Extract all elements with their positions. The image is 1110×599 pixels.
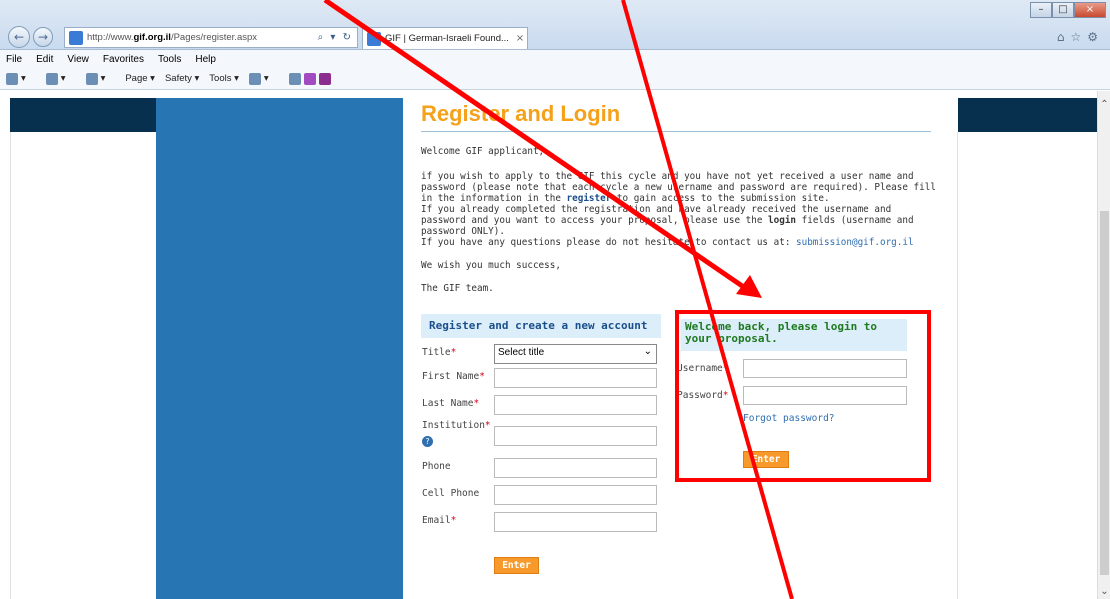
print-command[interactable]: ▾ [85,72,116,85]
first-name-label: First Name* [422,371,485,382]
help-circle-icon [248,72,261,85]
tab-favicon-icon [367,31,381,46]
signoff-text: The GIF team. [421,283,494,294]
menu-bar: File Edit View Favorites Tools Help [0,50,1110,68]
last-name-row: Last Name* [422,395,662,417]
register-enter-button[interactable]: Enter [494,557,539,574]
home-icon [6,72,18,85]
institution-input[interactable] [494,426,657,446]
home-favorites-settings-icons[interactable]: ⌂☆⚙ [1057,30,1104,44]
address-url: http://www.gif.org.il/Pages/register.asp… [87,32,258,43]
browser-title-bar: ← → http://www.gif.org.il/Pages/register… [0,0,1110,50]
print-icon [85,72,98,85]
cell-phone-label: Cell Phone [422,488,480,499]
cell-phone-input[interactable] [494,485,657,505]
username-label: Username* [677,363,729,374]
address-controls[interactable]: ⌕ ▾ ↻ [318,32,353,43]
phone-row: Phone [422,458,662,480]
greeting-text: Welcome GIF applicant, [421,146,545,157]
forward-button[interactable]: → [33,27,53,47]
password-input[interactable] [743,386,907,405]
feeds-icon [45,72,58,85]
forgot-password-link[interactable]: Forgot password? [743,413,835,424]
first-name-input[interactable] [494,368,657,388]
last-name-label: Last Name* [422,398,480,409]
close-window-button[interactable]: × [1074,2,1106,18]
register-heading: Register and create a new account [421,314,661,338]
page-left-rule [10,98,11,599]
institution-label: Institution* [422,420,491,431]
username-row: Username* [677,359,909,381]
email-input[interactable] [494,512,657,532]
page-right-rule [957,132,958,599]
vertical-scrollbar[interactable]: ⌃ ⌄ [1097,91,1110,599]
blue-sidebar [156,98,403,599]
menu-edit[interactable]: Edit [36,54,53,65]
help-command[interactable]: ▾ [248,72,279,85]
wish-text: We wish you much success, [421,260,561,271]
cell-phone-row: Cell Phone [422,485,662,507]
title-label: Title* [422,347,457,358]
scroll-thumb[interactable] [1100,211,1109,575]
scroll-up-icon[interactable]: ⌃ [1098,99,1110,110]
menu-file[interactable]: File [6,54,22,65]
back-button[interactable]: ← [8,26,30,48]
header-band-right [958,98,1097,132]
help-icon[interactable]: ? [422,436,433,447]
window-controls: – □ × [1030,2,1106,18]
title-row: Title* Select title ⌄ [422,344,662,366]
safety-menu[interactable]: Safety ▾ [165,73,199,84]
tab-close-icon[interactable]: × [513,33,527,44]
addon-icon [288,72,301,85]
institution-row: Institution* ? [422,420,662,456]
minimize-button[interactable]: – [1030,2,1052,18]
login-heading: Welcome back, please login to your propo… [681,319,907,351]
page-menu[interactable]: Page ▾ [125,73,155,84]
chevron-down-icon: ⌄ [643,346,652,357]
login-word: login [768,215,797,226]
password-label: Password* [677,390,729,401]
menu-help[interactable]: Help [195,54,216,65]
menu-tools[interactable]: Tools [158,54,181,65]
onenote-alt-icon [318,72,331,85]
tools-menu[interactable]: Tools ▾ [209,73,239,84]
menu-favorites[interactable]: Favorites [103,54,144,65]
feeds-command[interactable]: ▾ [45,72,76,85]
last-name-input[interactable] [494,395,657,415]
email-row: Email* [422,512,662,534]
contact-email-link[interactable]: submission@gif.org.il [796,237,914,248]
first-name-row: First Name* [422,368,662,390]
register-link[interactable]: register [567,193,612,204]
address-bar[interactable]: http://www.gif.org.il/Pages/register.asp… [64,27,358,48]
home-command[interactable]: ▾ [6,72,36,85]
addon-icons[interactable] [288,72,334,85]
password-row: Password* [677,386,909,408]
header-band-left [10,98,156,132]
page-title: Register and Login [421,101,931,132]
main-content: Register and Login Welcome GIF applicant… [421,101,936,294]
browser-tab[interactable]: GIF | German-Israeli Found... × [362,27,528,49]
site-favicon-icon [69,30,83,45]
maximize-button[interactable]: □ [1052,2,1074,18]
phone-label: Phone [422,461,451,472]
title-select[interactable]: Select title ⌄ [494,344,657,364]
command-bar: ▾ ▾ ▾ Page ▾ Safety ▾ Tools ▾ ▾ [0,68,1110,90]
tab-title: GIF | German-Israeli Found... [385,33,509,44]
phone-input[interactable] [494,458,657,478]
login-enter-button[interactable]: Enter [743,451,789,468]
username-input[interactable] [743,359,907,378]
intro-text: if you wish to apply to the GIF this cyc… [421,171,936,248]
email-label: Email* [422,515,457,526]
onenote-icon [303,72,316,85]
scroll-down-icon[interactable]: ⌄ [1098,586,1110,597]
menu-view[interactable]: View [67,54,89,65]
